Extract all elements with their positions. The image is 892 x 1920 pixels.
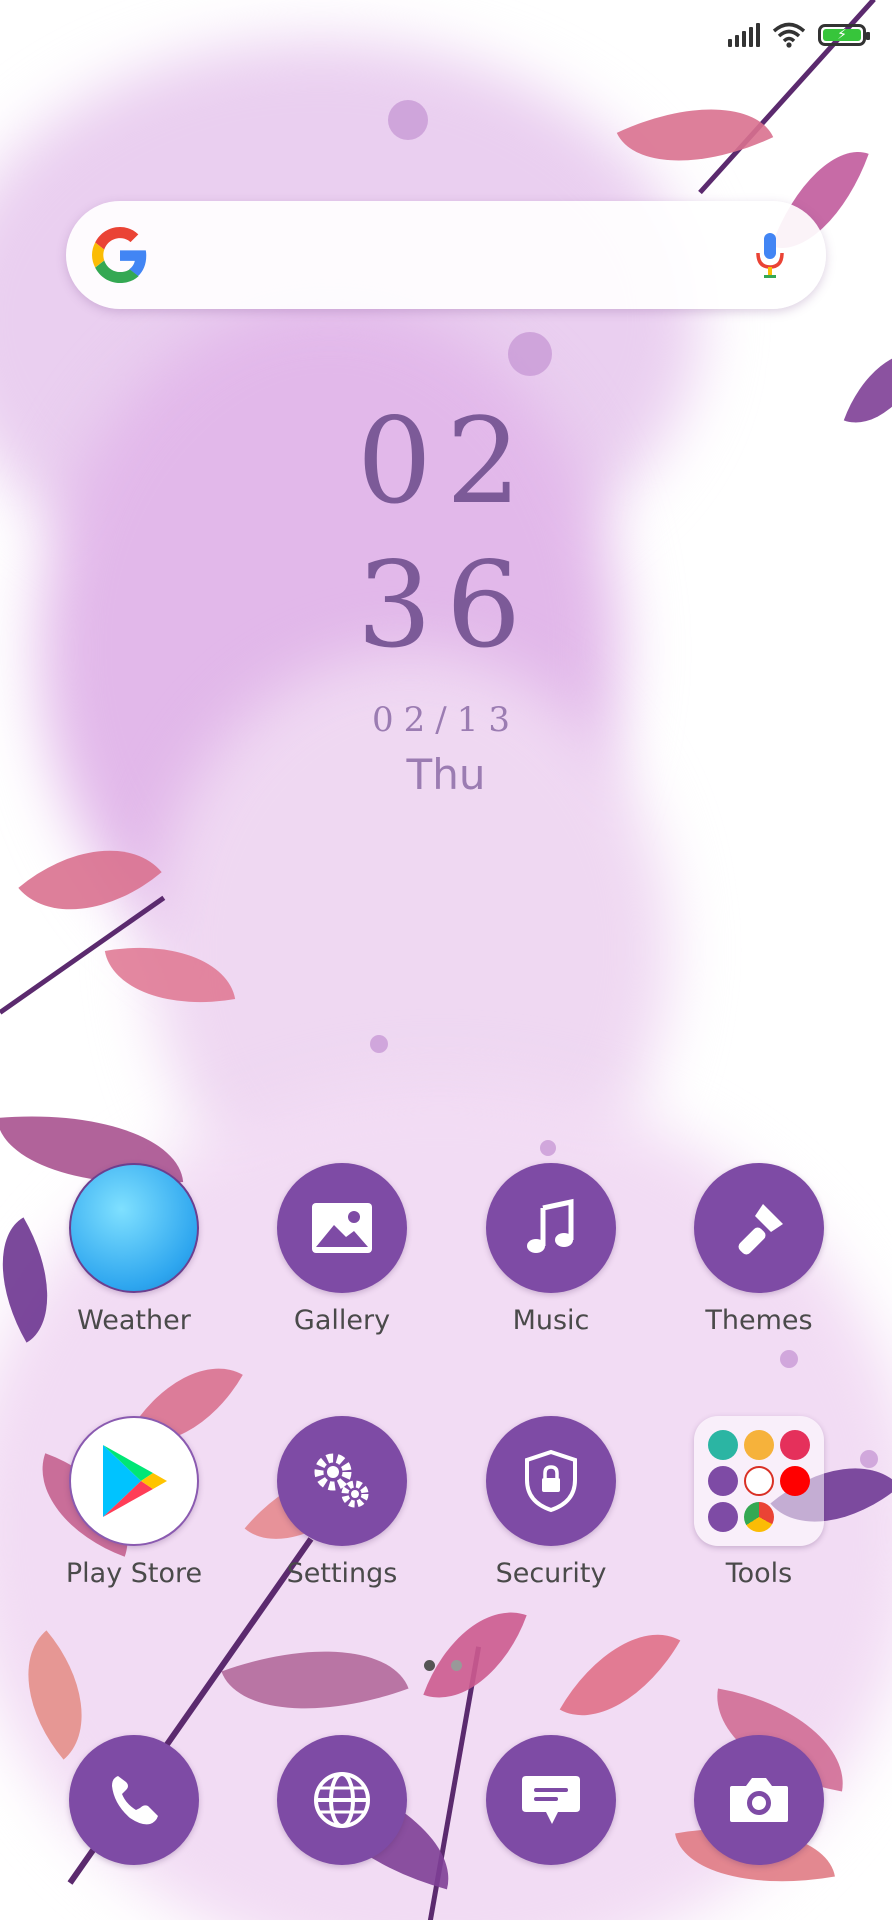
dock-browser[interactable] — [252, 1735, 432, 1865]
clock-hour[interactable]: 02 — [0, 402, 892, 520]
clock-day: Thu — [406, 750, 486, 799]
youtube-icon — [780, 1466, 810, 1496]
camera-icon — [694, 1735, 824, 1865]
dock-phone[interactable] — [44, 1735, 224, 1865]
wifi-icon — [772, 22, 806, 48]
paint-splatter — [388, 100, 428, 140]
themes-icon — [694, 1163, 824, 1293]
paint-splatter — [508, 332, 552, 376]
play-store-icon — [69, 1416, 199, 1546]
app-label: Play Store — [65, 1558, 203, 1589]
app-music[interactable]: Music — [461, 1163, 641, 1336]
page-indicator — [424, 1660, 462, 1671]
google-logo-icon — [92, 227, 147, 283]
paint-splatter — [370, 1035, 388, 1053]
battery-charging-icon: ⚡ — [818, 24, 870, 46]
settings-icon — [277, 1416, 407, 1546]
dock-messages[interactable] — [461, 1735, 641, 1865]
app-label: Security — [495, 1558, 607, 1589]
gallery-icon — [277, 1163, 407, 1293]
app-play-store[interactable]: Play Store — [44, 1416, 224, 1589]
signal-icon — [728, 23, 760, 47]
chrome-icon — [744, 1502, 774, 1532]
app-label: Tools — [725, 1558, 793, 1589]
app-label: Themes — [705, 1305, 813, 1336]
security-icon — [486, 1416, 616, 1546]
contacts-icon — [708, 1466, 738, 1496]
gmail-icon — [744, 1466, 774, 1496]
page-dot — [451, 1660, 462, 1671]
app-themes[interactable]: Themes — [669, 1163, 849, 1336]
google-search-bar[interactable] — [66, 201, 826, 309]
play-movies-icon — [780, 1430, 810, 1460]
app-label: Settings — [286, 1558, 398, 1589]
play-games-icon — [744, 1430, 774, 1460]
phone-icon — [69, 1735, 199, 1865]
app-gallery[interactable]: Gallery — [252, 1163, 432, 1336]
app-security[interactable]: Security — [461, 1416, 641, 1589]
folder-tools[interactable]: Tools — [669, 1416, 849, 1589]
page-dot-active — [424, 1660, 435, 1671]
scanner-icon — [708, 1430, 738, 1460]
weather-icon — [69, 1163, 199, 1293]
status-bar: ⚡ — [728, 22, 870, 48]
browser-icon — [277, 1735, 407, 1865]
paint-splatter — [780, 1350, 798, 1368]
tools-folder-icon — [694, 1416, 824, 1546]
app-weather[interactable]: Weather — [44, 1163, 224, 1336]
video-icon — [708, 1502, 738, 1532]
app-settings[interactable]: Settings — [252, 1416, 432, 1589]
music-icon — [486, 1163, 616, 1293]
app-label: Weather — [77, 1305, 191, 1336]
messages-icon — [486, 1735, 616, 1865]
app-label: Gallery — [293, 1305, 391, 1336]
paint-splatter — [860, 1450, 878, 1468]
dock-camera[interactable] — [669, 1735, 849, 1865]
app-label: Music — [512, 1305, 590, 1336]
mic-icon[interactable] — [740, 225, 800, 285]
paint-splatter — [540, 1140, 556, 1156]
clock-date: 02/13 — [372, 700, 520, 740]
clock-minute[interactable]: 36 — [0, 546, 892, 664]
